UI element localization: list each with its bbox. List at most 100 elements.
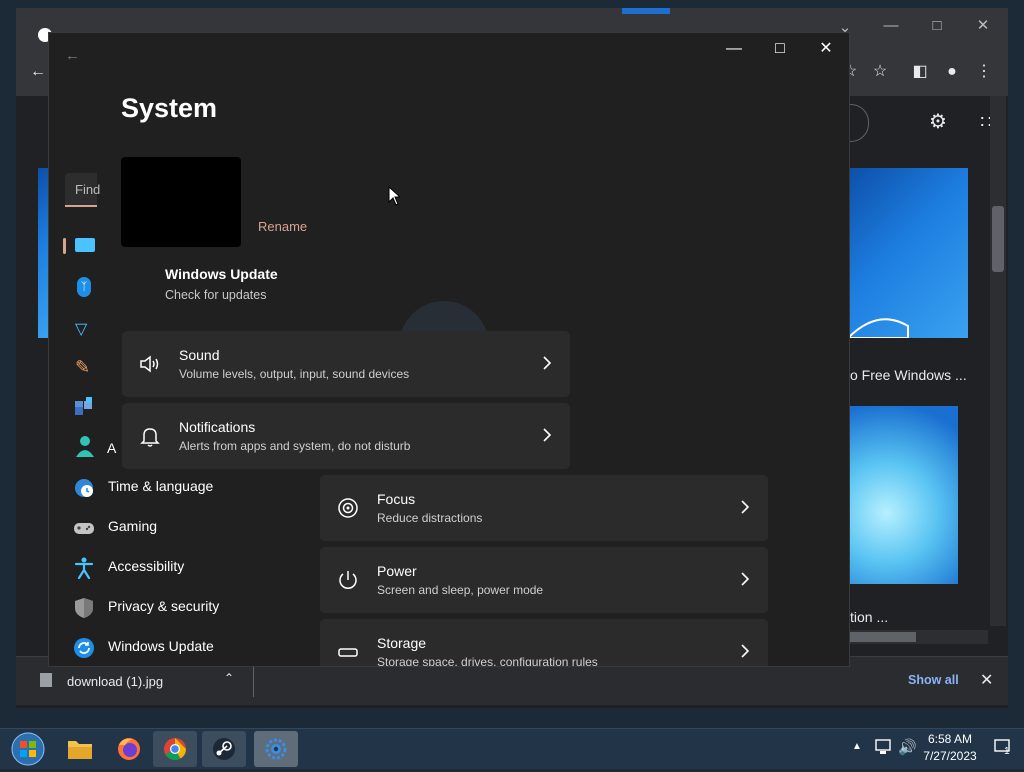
card-subtitle: Storage space, drives, configuration rul… — [377, 655, 598, 667]
taskbar: ▲ 🔊 6:58 AM 7/27/2023 1 — [0, 728, 1024, 769]
chevron-right-icon — [543, 428, 552, 442]
sidebar-item-time-language[interactable]: Time & language — [73, 469, 313, 505]
nav-accounts-partial-label[interactable]: A — [107, 440, 116, 456]
clock-date[interactable]: 7/27/2023 — [916, 749, 984, 763]
chevron-right-icon — [741, 572, 750, 586]
card-power[interactable]: Power Screen and sleep, power mode — [320, 547, 768, 613]
windows-update-subtitle: Check for updates — [165, 288, 267, 302]
apps-icon[interactable] — [75, 397, 93, 415]
card-title: Sound — [179, 347, 220, 363]
card-focus[interactable]: Focus Reduce distractions — [320, 475, 768, 541]
divider — [253, 665, 254, 697]
show-hidden-icons-icon[interactable]: ▲ — [852, 741, 862, 752]
card-notifications[interactable]: Notifications Alerts from apps and syste… — [122, 403, 570, 469]
file-icon — [40, 673, 52, 687]
browser-minimize-button[interactable]: — — [868, 10, 914, 42]
chevron-right-icon — [543, 356, 552, 370]
card-title: Focus — [377, 491, 416, 507]
sidebar-item-accessibility[interactable]: Accessibility — [73, 549, 313, 585]
sidebar-item-label: Windows Update — [108, 638, 214, 654]
close-icon[interactable]: ✕ — [980, 670, 993, 690]
card-sound[interactable]: Sound Volume levels, output, input, soun… — [122, 331, 570, 397]
chevron-up-icon[interactable]: ⌃ — [224, 671, 234, 685]
rename-link[interactable]: Rename — [258, 219, 307, 234]
page-title: System — [121, 93, 218, 123]
vertical-scrollbar[interactable] — [990, 96, 1006, 626]
start-button[interactable] — [6, 731, 50, 767]
chevron-right-icon — [741, 644, 750, 658]
bookmark-star-icon[interactable]: ☆ — [868, 60, 892, 84]
windows-orb-icon — [11, 732, 45, 766]
card-subtitle: Volume levels, output, input, sound devi… — [179, 367, 410, 381]
card-subtitle: Alerts from apps and system, do not dist… — [179, 439, 411, 453]
notification-center-icon[interactable]: 1 — [994, 739, 1012, 757]
speaker-icon — [140, 355, 159, 373]
search-input[interactable]: Find — [65, 173, 100, 207]
close-button[interactable]: ✕ — [803, 33, 849, 65]
side-panel-icon[interactable]: ◧ — [908, 60, 932, 84]
sidebar-item-gaming[interactable]: Gaming — [73, 509, 313, 545]
card-subtitle: Screen and sleep, power mode — [377, 583, 544, 597]
globe-clock-icon — [75, 479, 93, 497]
windows-update-title[interactable]: Windows Update — [165, 266, 278, 282]
accounts-icon[interactable] — [76, 435, 94, 457]
update-icon — [74, 638, 94, 658]
sidebar-item-label: Accessibility — [108, 558, 185, 574]
scrollbar-thumb[interactable] — [848, 632, 916, 642]
chrome-button[interactable] — [153, 731, 197, 767]
sidebar-item-label: Privacy & security — [108, 598, 220, 614]
bluetooth-icon[interactable]: ᛉ — [77, 277, 91, 297]
file-explorer-button[interactable] — [58, 731, 102, 767]
browser-maximize-button[interactable]: □ — [914, 10, 960, 42]
download-filename[interactable]: download (1).jpg — [67, 674, 163, 689]
sidebar-item-windows-update[interactable]: Windows Update — [73, 629, 313, 665]
wifi-icon[interactable]: ▽ — [75, 319, 87, 339]
profile-icon[interactable]: ● — [940, 60, 964, 84]
image-caption[interactable]: tion ... — [850, 609, 888, 625]
power-icon — [339, 571, 357, 589]
device-thumbnail — [121, 157, 241, 247]
accessibility-icon — [74, 557, 94, 579]
display-icon[interactable] — [75, 238, 95, 252]
card-title: Notifications — [179, 419, 256, 435]
chrome-icon — [164, 738, 186, 760]
scrollbar-thumb[interactable] — [992, 206, 1004, 272]
settings-button[interactable] — [254, 731, 298, 767]
firefox-icon — [118, 738, 140, 760]
back-arrow-icon[interactable]: ← — [26, 60, 50, 84]
steam-button[interactable] — [202, 731, 246, 767]
maximize-button[interactable]: □ — [757, 33, 803, 65]
network-icon[interactable] — [874, 739, 892, 755]
back-arrow-icon[interactable]: ← — [65, 47, 80, 64]
chevron-right-icon — [741, 500, 750, 514]
mouse-cursor-icon — [388, 186, 400, 206]
gear-icon[interactable]: ⚙ — [926, 110, 950, 134]
horizontal-scrollbar[interactable] — [848, 630, 988, 644]
clock-time[interactable]: 6:58 AM — [920, 732, 980, 746]
card-title: Storage — [377, 635, 427, 651]
image-thumbnail[interactable] — [848, 168, 968, 338]
card-storage[interactable]: Storage Storage space, drives, configura… — [320, 619, 768, 667]
more-menu-icon[interactable]: ⋮ — [972, 60, 996, 84]
image-thumbnail[interactable] — [848, 406, 958, 584]
brush-icon[interactable]: ✎ — [75, 357, 90, 378]
settings-window: ← — □ ✕ System Rename Windows Update Che… — [48, 32, 850, 667]
firefox-button[interactable] — [107, 731, 151, 767]
sidebar-item-privacy-security[interactable]: Privacy & security — [73, 589, 313, 625]
volume-icon[interactable]: 🔊 — [898, 738, 917, 756]
storage-icon — [338, 648, 358, 657]
minimize-button[interactable]: — — [711, 33, 757, 65]
sidebar-item-label: Gaming — [108, 518, 158, 534]
card-subtitle: Reduce distractions — [377, 511, 483, 525]
browser-close-button[interactable]: ✕ — [960, 10, 1006, 42]
gear-icon — [265, 738, 287, 760]
image-caption[interactable]: o Free Windows ... — [850, 367, 967, 383]
card-title: Power — [377, 563, 417, 579]
notification-count: 1 — [1004, 746, 1010, 757]
nav-selection-indicator — [63, 238, 66, 254]
gamepad-icon — [74, 523, 94, 534]
folder-icon — [68, 741, 92, 759]
bell-icon — [140, 428, 160, 447]
show-all-link[interactable]: Show all — [908, 673, 959, 687]
focus-icon — [338, 498, 358, 518]
